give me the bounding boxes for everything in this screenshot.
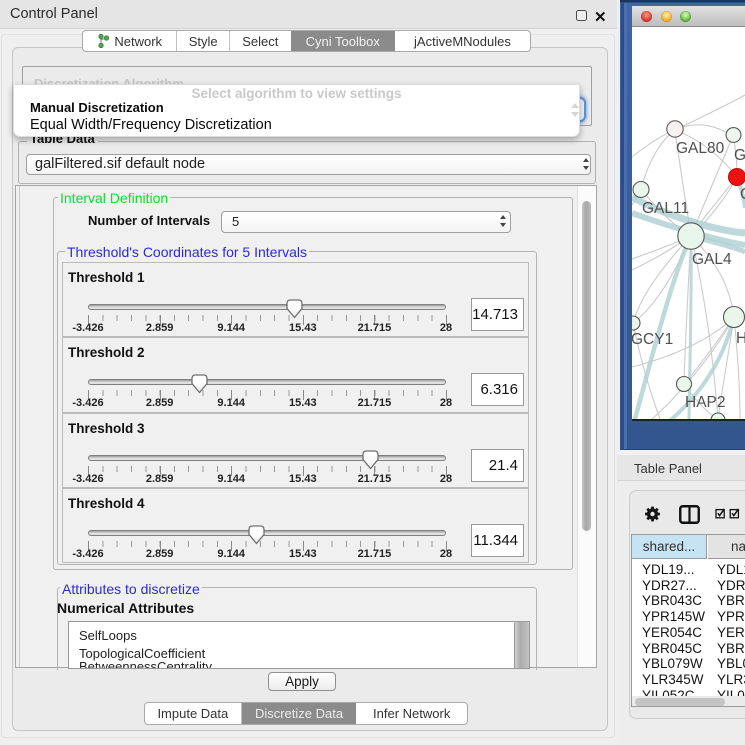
svg-text:C: C bbox=[740, 186, 745, 203]
svg-text:H: H bbox=[736, 330, 745, 347]
svg-text:HAP2: HAP2 bbox=[685, 394, 726, 411]
svg-text:GCY1: GCY1 bbox=[632, 331, 673, 348]
svg-text:GA: GA bbox=[734, 147, 745, 164]
svg-text:GAL80: GAL80 bbox=[676, 140, 725, 157]
svg-text:GAL4: GAL4 bbox=[692, 251, 732, 268]
svg-text:GAL11: GAL11 bbox=[642, 200, 689, 217]
